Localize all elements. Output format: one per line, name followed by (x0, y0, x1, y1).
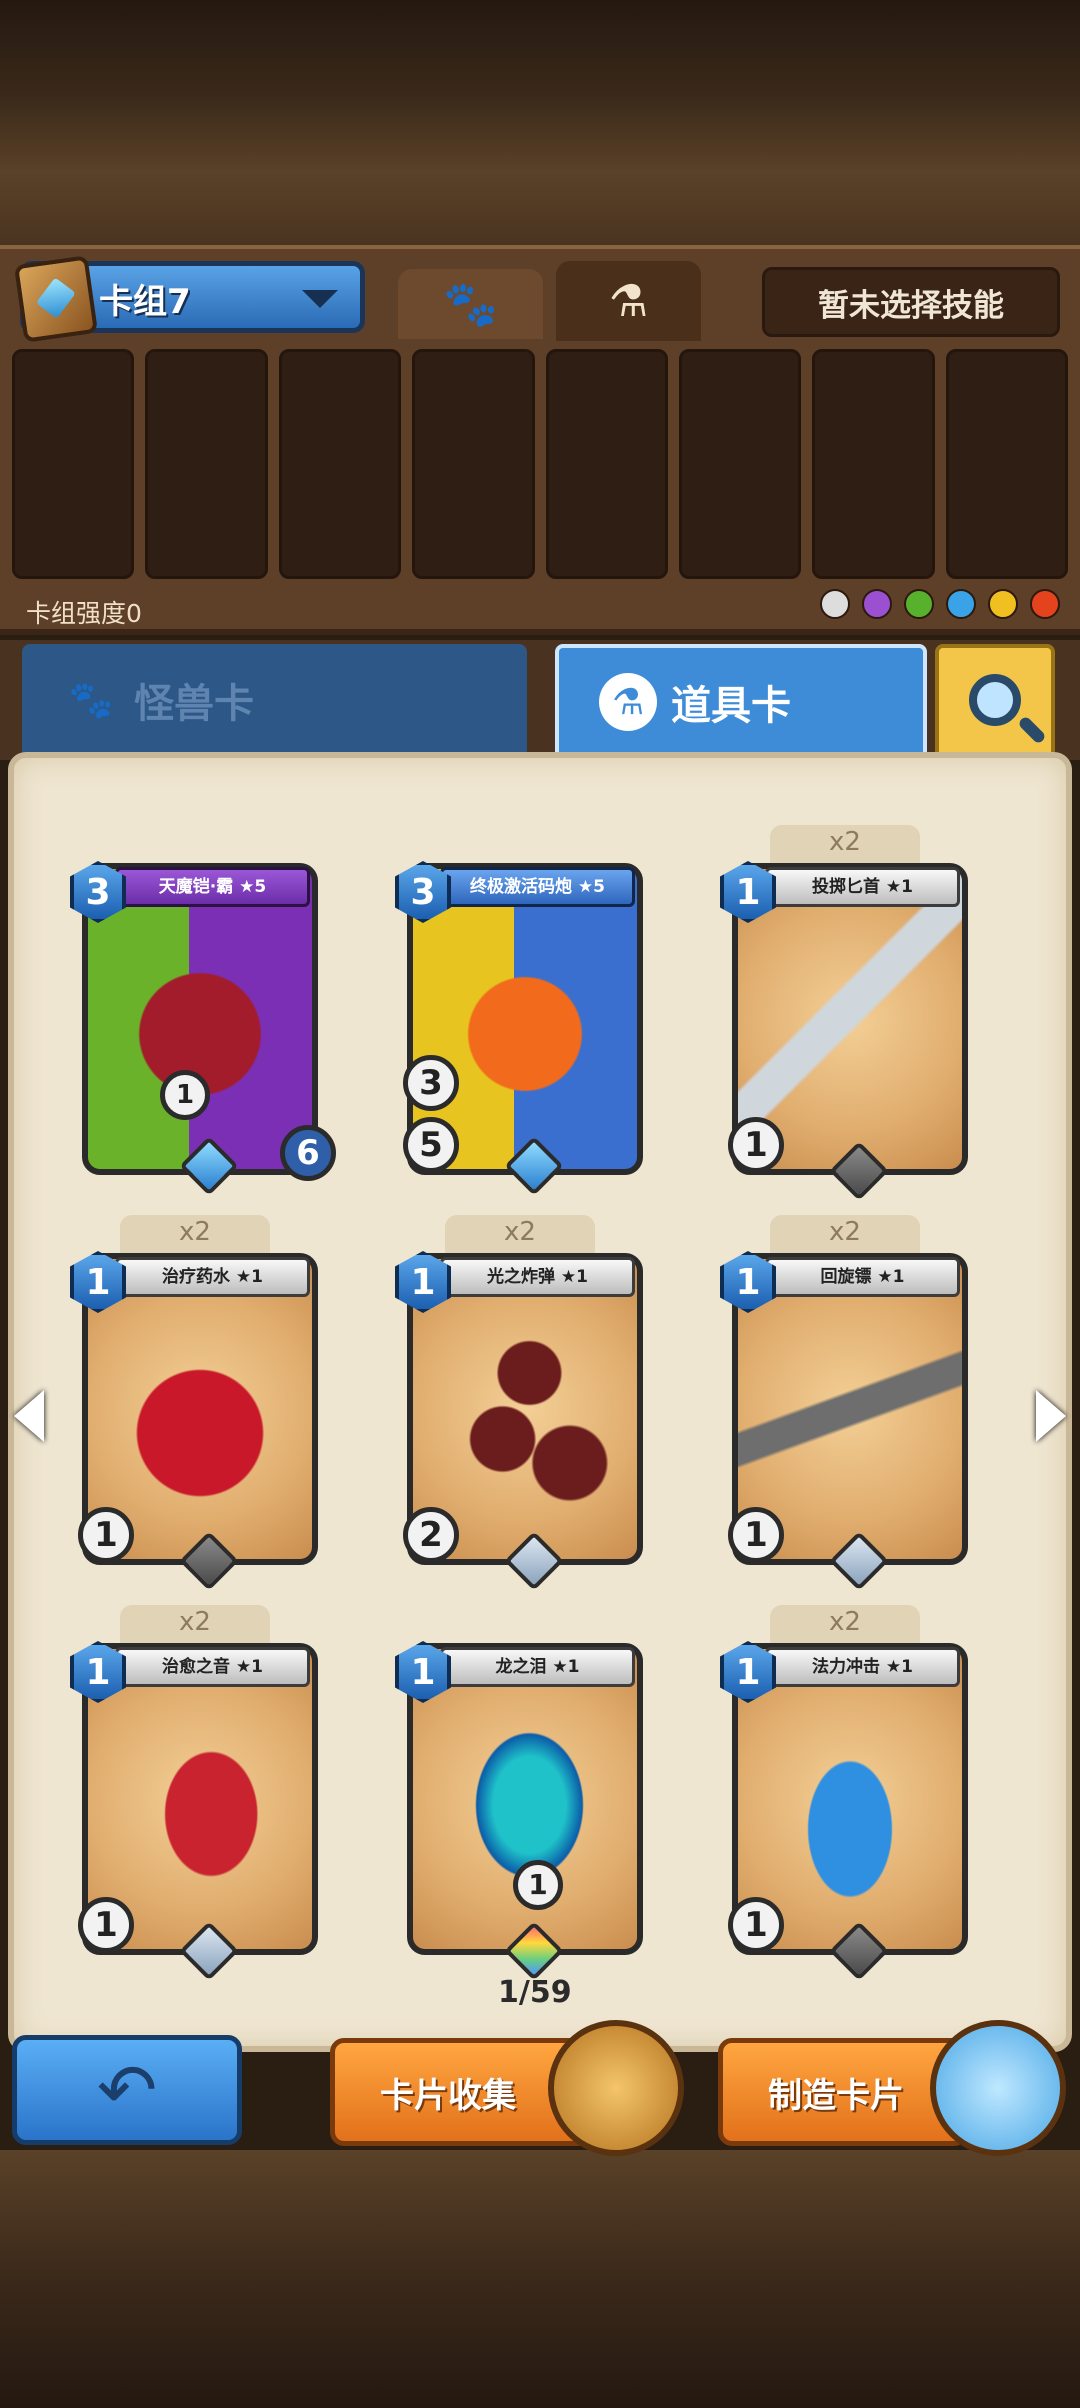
armor-art (88, 869, 312, 1169)
prev-page-arrow-icon[interactable] (14, 1390, 44, 1442)
stat-badge: 2 (403, 1507, 459, 1563)
search-icon (969, 674, 1021, 726)
tab-monster-cards[interactable]: 🐾 怪兽卡 (22, 644, 527, 756)
top-wood-background (0, 0, 1080, 245)
paw-icon: 🐾 (443, 279, 498, 330)
card-item[interactable]: 天魔铠·霸 ★5 3 1 6 (70, 855, 336, 1196)
deck-slot[interactable] (145, 349, 268, 579)
deck-strength-label: 卡组强度0 (26, 599, 142, 628)
card-item[interactable]: x2 法力冲击 ★1 1 1 (720, 1605, 970, 1981)
card-book-icon[interactable] (548, 2020, 684, 2156)
lightning-element-icon[interactable] (988, 589, 1018, 619)
element-filter-icons (820, 589, 1060, 619)
card-item[interactable]: x2 光之炸弹 ★1 1 2 (395, 1215, 645, 1591)
neutral-circle-icon[interactable] (820, 589, 850, 619)
water-element-icon[interactable] (946, 589, 976, 619)
tab-potion-skill[interactable]: ⚗ (556, 261, 701, 341)
stat-badge: 1 (513, 1860, 563, 1910)
stat-badge: 1 (78, 1897, 134, 1953)
card-item[interactable]: x2 投掷匕首 ★1 1 1 (720, 825, 970, 1201)
purple-element-icon[interactable] (862, 589, 892, 619)
deck-slot[interactable] (545, 349, 668, 579)
stat-badge: 5 (403, 1117, 459, 1173)
card-title: 天魔铠·霸 ★5 (115, 867, 310, 907)
back-button[interactable]: ↶ (12, 2035, 242, 2145)
deck-panel: 卡组7 🐾 ⚗ 暂未选择技能 卡组强度0 (0, 245, 1080, 635)
card-title: 投掷匕首 ★1 (765, 867, 960, 907)
stat-badge: 1 (728, 1117, 784, 1173)
card-title: 治疗药水 ★1 (115, 1257, 310, 1297)
green-element-icon[interactable] (904, 589, 934, 619)
category-bar: 🐾 怪兽卡 ⚗ 道具卡 (0, 640, 1080, 760)
tab-monster-label: 怪兽卡 (134, 681, 254, 727)
stat-badge: 1 (160, 1070, 210, 1120)
potion-flask-icon: ⚗ (599, 673, 657, 731)
next-page-arrow-icon[interactable] (1036, 1390, 1066, 1442)
chevron-down-icon (302, 290, 338, 308)
deck-selector[interactable]: 卡组7 (13, 255, 365, 343)
back-arrow-icon: ↶ (96, 2048, 158, 2132)
stat-badge: 1 (728, 1507, 784, 1563)
deck-slot[interactable] (12, 349, 135, 579)
page-progress: 1/59 (498, 1975, 572, 2010)
card-title: 回旋镖 ★1 (765, 1257, 960, 1297)
card-title: 终极激活码炮 ★5 (440, 867, 635, 907)
craft-card-label: 制造卡片 (768, 2075, 904, 2116)
card-item[interactable]: x2 治疗药水 ★1 1 1 (70, 1215, 320, 1591)
deck-slot[interactable] (678, 349, 802, 579)
card-item[interactable]: 龙之泪 ★1 1 1 (395, 1635, 645, 1981)
potion-flask-icon: ⚗ (608, 275, 649, 327)
deck-slots (12, 349, 1068, 579)
tab-item-cards[interactable]: ⚗ 道具卡 (555, 644, 927, 756)
fire-element-icon[interactable] (1030, 589, 1060, 619)
tab-item-label: 道具卡 (671, 683, 791, 729)
tab-monster-skill[interactable]: 🐾 (398, 269, 543, 339)
stat-badge: 1 (728, 1897, 784, 1953)
card-title: 龙之泪 ★1 (440, 1647, 635, 1687)
card-item[interactable]: x2 回旋镖 ★1 1 1 (720, 1215, 970, 1591)
deck-slot[interactable] (945, 349, 1068, 579)
deck-slot[interactable] (278, 349, 402, 579)
search-button[interactable] (935, 644, 1055, 756)
card-collection-label: 卡片收集 (380, 2075, 516, 2116)
paw-icon: 🐾 (68, 680, 114, 721)
stat-badge: 3 (403, 1055, 459, 1111)
card-title: 法力冲击 ★1 (765, 1647, 960, 1687)
card-title: 治愈之音 ★1 (115, 1647, 310, 1687)
deck-slot[interactable] (812, 349, 935, 579)
stat-badge: 6 (280, 1125, 336, 1181)
deck-slot[interactable] (412, 349, 535, 579)
deck-name-label: 卡组7 (99, 282, 191, 322)
card-title: 光之炸弹 ★1 (440, 1257, 635, 1297)
skill-select-button[interactable]: 暂未选择技能 (762, 267, 1060, 337)
deck-book-icon (13, 255, 99, 343)
bottom-wood-background (0, 2150, 1080, 2408)
stat-badge: 1 (78, 1507, 134, 1563)
card-item[interactable]: x2 治愈之音 ★1 1 1 (70, 1605, 320, 1981)
card-item[interactable]: 终极激活码炮 ★5 3 3 5 (395, 855, 645, 1196)
paw-jar-icon[interactable] (930, 2020, 1066, 2156)
